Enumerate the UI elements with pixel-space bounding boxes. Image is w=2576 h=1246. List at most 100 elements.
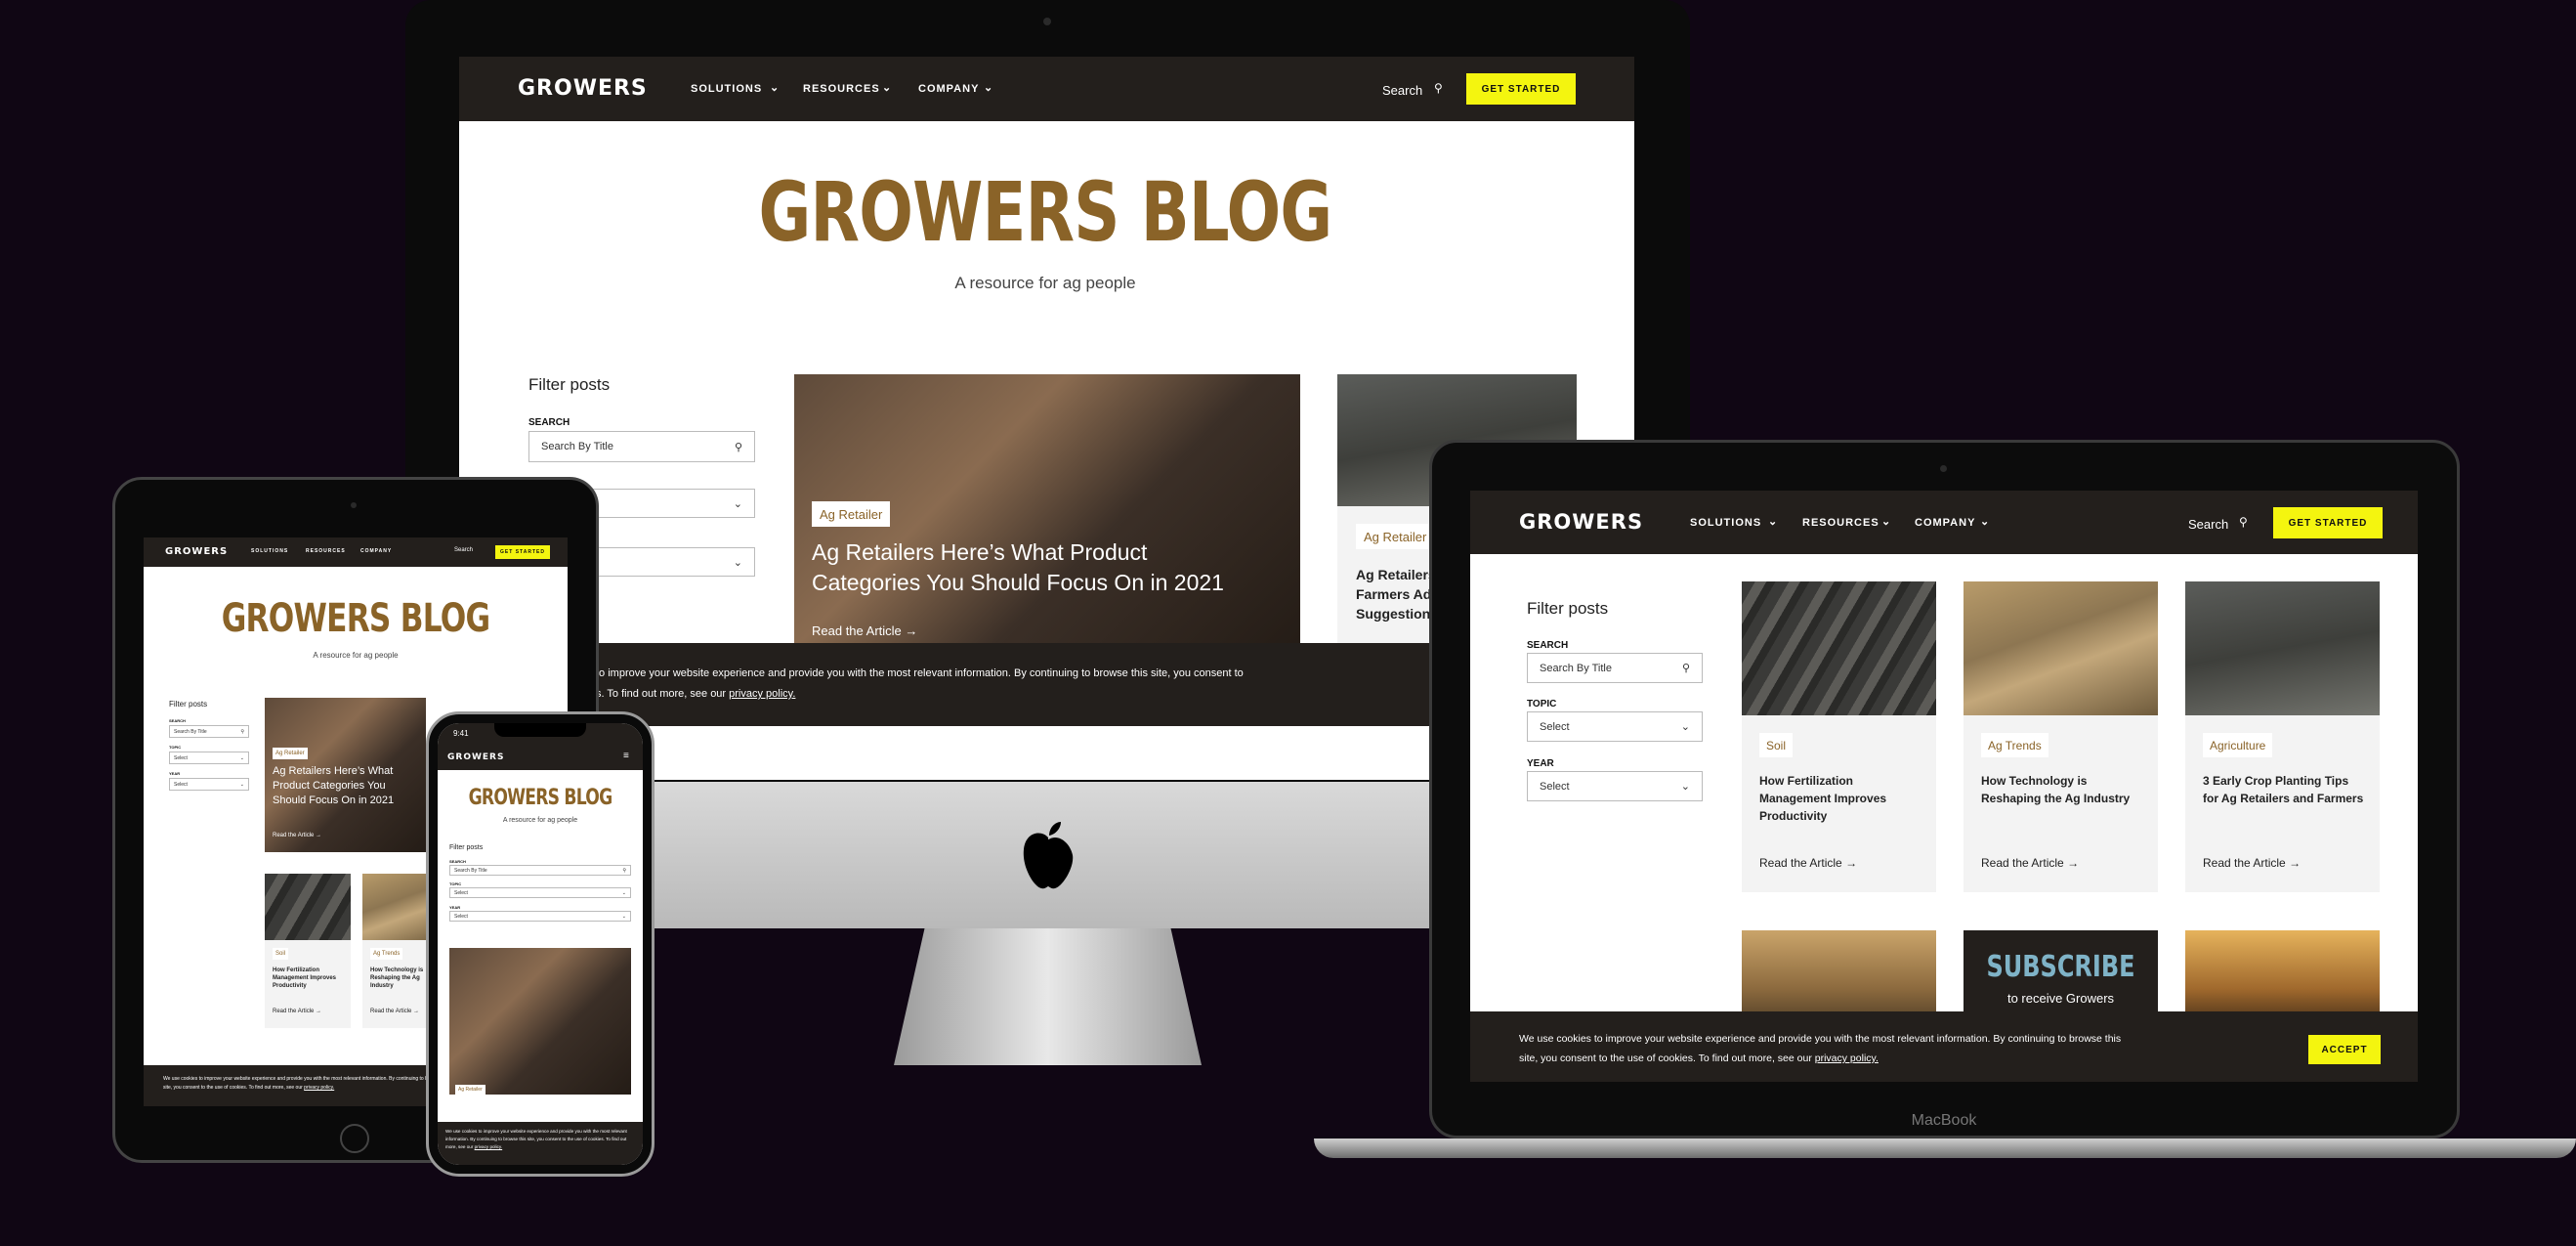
featured-post-image[interactable] <box>449 948 631 1095</box>
post-card[interactable]: Agriculture 3 Early Crop Planting Tips f… <box>2185 581 2380 892</box>
ipad-home-button <box>340 1124 369 1153</box>
macbook-label: MacBook <box>1911 1112 1977 1129</box>
search-icon: ⚲ <box>622 867 626 874</box>
read-article-link[interactable]: Read the Article → <box>273 1009 321 1014</box>
logo[interactable]: GROWERS <box>1519 510 1643 534</box>
year-select[interactable]: Select ⌄ <box>449 911 631 922</box>
search-input[interactable]: Search By Title ⚲ <box>449 865 631 876</box>
logo[interactable]: GROWERS <box>165 546 228 557</box>
arrow-right-icon: → <box>2289 856 2302 870</box>
nav-search[interactable]: Search <box>454 547 473 553</box>
apple-logo-icon <box>1014 816 1082 894</box>
post-image[interactable] <box>1742 581 1936 715</box>
logo[interactable]: GROWERS <box>447 752 504 762</box>
featured-post-link[interactable]: Read the Article → <box>273 833 321 838</box>
page-subtitle: A resource for ag people <box>954 274 1136 292</box>
nav-resources[interactable]: RESOURCES <box>1802 517 1879 529</box>
post-card[interactable]: Ag Trends How Technology is Reshaping th… <box>1964 581 2158 892</box>
nav-resources[interactable]: RESOURCES <box>803 83 880 95</box>
year-label: YEAR <box>169 771 181 776</box>
privacy-link[interactable]: privacy policy. <box>729 688 795 700</box>
get-started-button[interactable]: GET STARTED <box>2273 507 2383 538</box>
subscribe-subtitle: to receive Growers <box>2006 991 2115 1006</box>
read-article-link[interactable]: Read the Article <box>812 623 902 638</box>
chevron-down-icon: ⌄ <box>239 781 244 788</box>
topic-label: TOPIC <box>449 881 462 886</box>
menu-icon[interactable]: ≡ <box>623 751 629 761</box>
post-image[interactable] <box>2185 581 2380 715</box>
featured-post-link[interactable]: Read the Article → <box>812 623 917 638</box>
search-label: SEARCH <box>1527 640 1569 651</box>
post-card[interactable]: Soil How Fertilization Management Improv… <box>265 874 351 1028</box>
chevron-down-icon: ⌄ <box>239 754 244 761</box>
featured-post-tag[interactable]: Ag Retailer <box>455 1085 486 1095</box>
get-started-button[interactable]: GET STARTED <box>1466 73 1576 105</box>
chevron-down-icon: ⌄ <box>1881 516 1892 528</box>
read-article-link[interactable]: Read the Article → <box>2203 856 2301 870</box>
search-input[interactable]: Search By Title ⚲ <box>528 431 755 462</box>
nav-search[interactable]: Search <box>2188 517 2228 532</box>
topic-select[interactable]: Select ⌄ <box>1527 711 1703 742</box>
logo[interactable]: GROWERS <box>518 76 648 101</box>
nav-company[interactable]: COMPANY <box>360 548 392 554</box>
topic-label: TOPIC <box>1527 699 1557 709</box>
search-label: SEARCH <box>528 417 570 428</box>
post-tag[interactable]: Ag Trends <box>1981 733 2048 757</box>
iphone-navbar: GROWERS ≡ <box>438 745 643 770</box>
post-tag[interactable]: Soil <box>273 948 289 960</box>
nav-company[interactable]: COMPANY <box>1915 517 1975 529</box>
nav-solutions[interactable]: SOLUTIONS <box>1690 517 1761 529</box>
cookie-text: We use cookies to improve your website e… <box>445 1129 627 1149</box>
accept-cookies-button[interactable]: ACCEPT <box>2308 1035 2381 1064</box>
get-started-button[interactable]: GET STARTED <box>495 545 550 559</box>
search-input[interactable]: Search By Title ⚲ <box>169 725 249 738</box>
iphone-device: 9:41 GROWERS ≡ GROWERS BLOG A resource f… <box>426 711 655 1177</box>
year-select[interactable]: Select ⌄ <box>169 778 249 791</box>
post-title[interactable]: 3 Early Crop Planting Tips for Ag Retail… <box>2203 772 2364 807</box>
privacy-link[interactable]: privacy policy. <box>1815 1053 1879 1064</box>
post-tag[interactable]: Soil <box>1759 733 1794 757</box>
post-title[interactable]: How Fertilization Management Improves Pr… <box>1759 772 1916 825</box>
read-article-link[interactable]: Read the Article → <box>1759 856 1857 870</box>
ipad-navbar: GROWERS SOLUTIONS RESOURCES COMPANY Sear… <box>144 537 568 567</box>
featured-post-tag[interactable]: Ag Retailer <box>812 501 891 527</box>
topic-select[interactable]: Select ⌄ <box>169 752 249 764</box>
read-article-link[interactable]: Read the Article → <box>1981 856 2079 870</box>
featured-post-title[interactable]: Ag Retailers Here’s What Product Categor… <box>273 764 419 808</box>
search-icon: ⚲ <box>240 728 244 735</box>
post-title[interactable]: How Fertilization Management Improves Pr… <box>273 967 343 990</box>
post-image[interactable] <box>265 874 351 940</box>
imac-stand <box>894 928 1202 1065</box>
search-input[interactable]: Search By Title ⚲ <box>1527 653 1703 683</box>
search-icon[interactable]: ⚲ <box>2239 515 2248 529</box>
arrow-right-icon: → <box>1845 856 1858 870</box>
filter-title: Filter posts <box>528 375 611 394</box>
filter-title: Filter posts <box>449 844 484 851</box>
topic-select[interactable]: Select ⌄ <box>449 887 631 898</box>
chevron-down-icon: ⌄ <box>882 82 893 94</box>
nav-solutions[interactable]: SOLUTIONS <box>691 83 762 95</box>
nav-company[interactable]: COMPANY <box>918 83 979 95</box>
post-tag[interactable]: Ag Trends <box>370 948 403 960</box>
arrow-right-icon: → <box>2067 856 2080 870</box>
post-tag[interactable]: Agriculture <box>2203 733 2273 757</box>
post-title[interactable]: How Technology is Reshaping the Ag Indus… <box>1981 772 2137 807</box>
filter-title: Filter posts <box>1527 599 1609 618</box>
nav-resources[interactable]: RESOURCES <box>306 548 346 554</box>
featured-post-tag[interactable]: Ag Retailer <box>273 748 308 759</box>
nav-solutions[interactable]: SOLUTIONS <box>251 548 288 554</box>
chevron-down-icon: ⌄ <box>1768 516 1779 528</box>
year-select[interactable]: Select ⌄ <box>1527 771 1703 801</box>
nav-search[interactable]: Search <box>1382 83 1422 98</box>
search-icon[interactable]: ⚲ <box>1434 81 1443 95</box>
read-article-link[interactable]: Read the Article → <box>370 1009 419 1014</box>
search-input-placeholder: Search By Title <box>541 441 613 452</box>
macbook-screen: GROWERS SOLUTIONS ⌄ RESOURCES ⌄ COMPANY … <box>1470 491 2418 1082</box>
post-image[interactable] <box>1964 581 2158 715</box>
cookie-text: to improve your website experience and p… <box>596 667 1244 679</box>
status-time: 9:41 <box>453 729 469 738</box>
featured-post-title[interactable]: Ag Retailers Here’s What Product Categor… <box>812 537 1261 598</box>
search-icon: ⚲ <box>734 441 742 453</box>
post-card[interactable]: Soil How Fertilization Management Improv… <box>1742 581 1936 892</box>
year-label: YEAR <box>1527 758 1554 769</box>
